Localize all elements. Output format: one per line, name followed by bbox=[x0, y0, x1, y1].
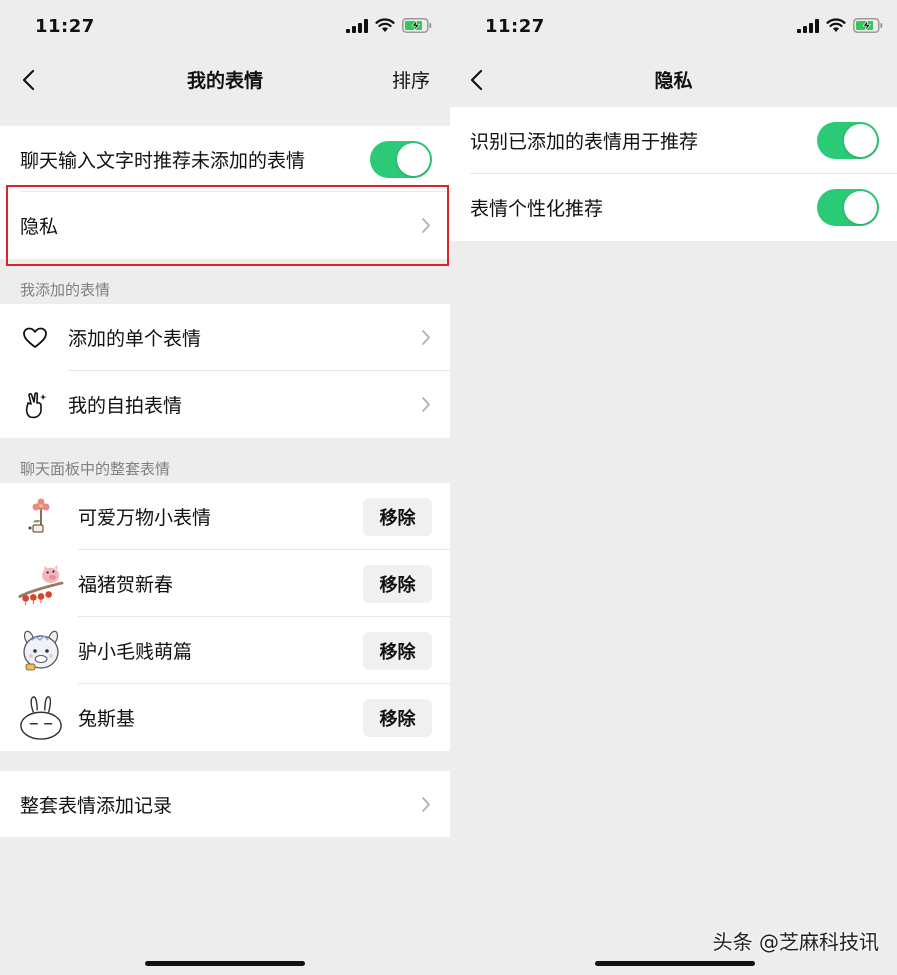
pig-sticker-thumbnail bbox=[18, 561, 64, 607]
toggle-knob bbox=[844, 191, 877, 224]
wifi-icon bbox=[826, 18, 846, 32]
toggle-knob bbox=[397, 142, 430, 176]
sticker-pack-row[interactable]: 兔斯基 移除 bbox=[0, 684, 450, 751]
selfie-stickers-row[interactable]: 我的自拍表情 bbox=[0, 371, 450, 438]
selfie-stickers-label: 我的自拍表情 bbox=[68, 395, 183, 417]
heart-icon bbox=[20, 323, 50, 353]
wifi-icon bbox=[375, 18, 395, 32]
left-screen: 11:27 我的表情 排序 聊天输入文字时推荐未添加的表情 隐私 我添加的表情 … bbox=[0, 0, 450, 975]
status-time: 11:27 bbox=[35, 16, 95, 37]
remove-button[interactable]: 移除 bbox=[363, 497, 432, 536]
sticker-pack-row[interactable]: 福猪贺新春 移除 bbox=[0, 550, 450, 617]
donkey-sticker-thumbnail bbox=[18, 628, 64, 674]
battery-charging-icon bbox=[853, 18, 883, 33]
status-time: 11:27 bbox=[485, 16, 545, 37]
right-screen: 11:27 隐私 识别已添加的表情用于推荐 表情个性化推荐 bbox=[450, 0, 897, 975]
pack-name: 兔斯基 bbox=[78, 708, 136, 730]
recommend-toggle-label: 聊天输入文字时推荐未添加的表情 bbox=[20, 149, 306, 172]
pack-history-label: 整套表情添加记录 bbox=[20, 794, 173, 817]
settings-group: 聊天输入文字时推荐未添加的表情 隐私 bbox=[0, 126, 450, 259]
signal-icon bbox=[346, 18, 368, 33]
sticker-pack-row[interactable]: 可爱万物小表情 移除 bbox=[0, 483, 450, 550]
nav-bar: 我的表情 排序 bbox=[0, 52, 450, 108]
chevron-right-icon bbox=[420, 217, 432, 235]
recognize-added-label: 识别已添加的表情用于推荐 bbox=[470, 131, 699, 153]
personalized-label: 表情个性化推荐 bbox=[470, 198, 604, 220]
pack-history-row[interactable]: 整套表情添加记录 bbox=[0, 771, 450, 837]
toggle-knob bbox=[844, 124, 877, 157]
home-indicator[interactable] bbox=[145, 961, 305, 966]
remove-button[interactable]: 移除 bbox=[363, 698, 432, 737]
status-bar: 11:27 bbox=[0, 0, 450, 52]
chevron-right-icon bbox=[420, 329, 432, 347]
remove-button[interactable]: 移除 bbox=[363, 631, 432, 670]
pack-name: 可爱万物小表情 bbox=[78, 507, 212, 529]
recommend-toggle[interactable] bbox=[370, 140, 432, 178]
my-added-group: 添加的单个表情 我的自拍表情 bbox=[0, 304, 450, 438]
status-bar: 11:27 bbox=[450, 0, 897, 52]
sticker-pack-row[interactable]: 驴小毛贱萌篇 移除 bbox=[0, 617, 450, 684]
pack-name: 福猪贺新春 bbox=[78, 574, 174, 596]
single-stickers-row[interactable]: 添加的单个表情 bbox=[0, 304, 450, 371]
recognize-added-row: 识别已添加的表情用于推荐 bbox=[450, 107, 897, 174]
battery-charging-icon bbox=[402, 18, 432, 33]
sort-button[interactable]: 排序 bbox=[392, 66, 430, 93]
personalized-row: 表情个性化推荐 bbox=[450, 174, 897, 241]
section-header-my-added: 我添加的表情 bbox=[20, 281, 111, 299]
privacy-label: 隐私 bbox=[20, 216, 59, 238]
privacy-settings-group: 识别已添加的表情用于推荐 表情个性化推荐 bbox=[450, 107, 897, 241]
page-title: 我的表情 bbox=[186, 70, 263, 92]
single-stickers-label: 添加的单个表情 bbox=[68, 328, 202, 350]
chevron-right-icon bbox=[420, 795, 432, 813]
watermark: 头条 @芝麻科技讯 bbox=[712, 930, 879, 954]
flower-sticker-thumbnail bbox=[18, 494, 64, 540]
sticker-packs-group: 可爱万物小表情 移除 福猪贺新春 移除 驴小毛贱萌篇 移除 兔斯基 移除 bbox=[0, 483, 450, 751]
status-icons bbox=[346, 18, 432, 33]
signal-icon bbox=[797, 18, 819, 33]
recognize-added-toggle[interactable] bbox=[817, 122, 879, 159]
selfie-hand-icon bbox=[20, 390, 50, 420]
history-group: 整套表情添加记录 bbox=[0, 771, 450, 837]
personalized-toggle[interactable] bbox=[817, 189, 879, 226]
status-icons bbox=[797, 18, 883, 33]
privacy-row[interactable]: 隐私 bbox=[0, 192, 450, 259]
pack-name: 驴小毛贱萌篇 bbox=[78, 641, 193, 663]
nav-bar: 隐私 bbox=[450, 52, 897, 108]
recommend-toggle-row: 聊天输入文字时推荐未添加的表情 bbox=[0, 126, 450, 192]
chevron-right-icon bbox=[420, 396, 432, 414]
rabbit-sticker-thumbnail bbox=[18, 695, 64, 741]
home-indicator[interactable] bbox=[595, 961, 755, 966]
page-title: 隐私 bbox=[654, 70, 693, 92]
section-header-packs: 聊天面板中的整套表情 bbox=[20, 460, 171, 478]
remove-button[interactable]: 移除 bbox=[363, 564, 432, 603]
